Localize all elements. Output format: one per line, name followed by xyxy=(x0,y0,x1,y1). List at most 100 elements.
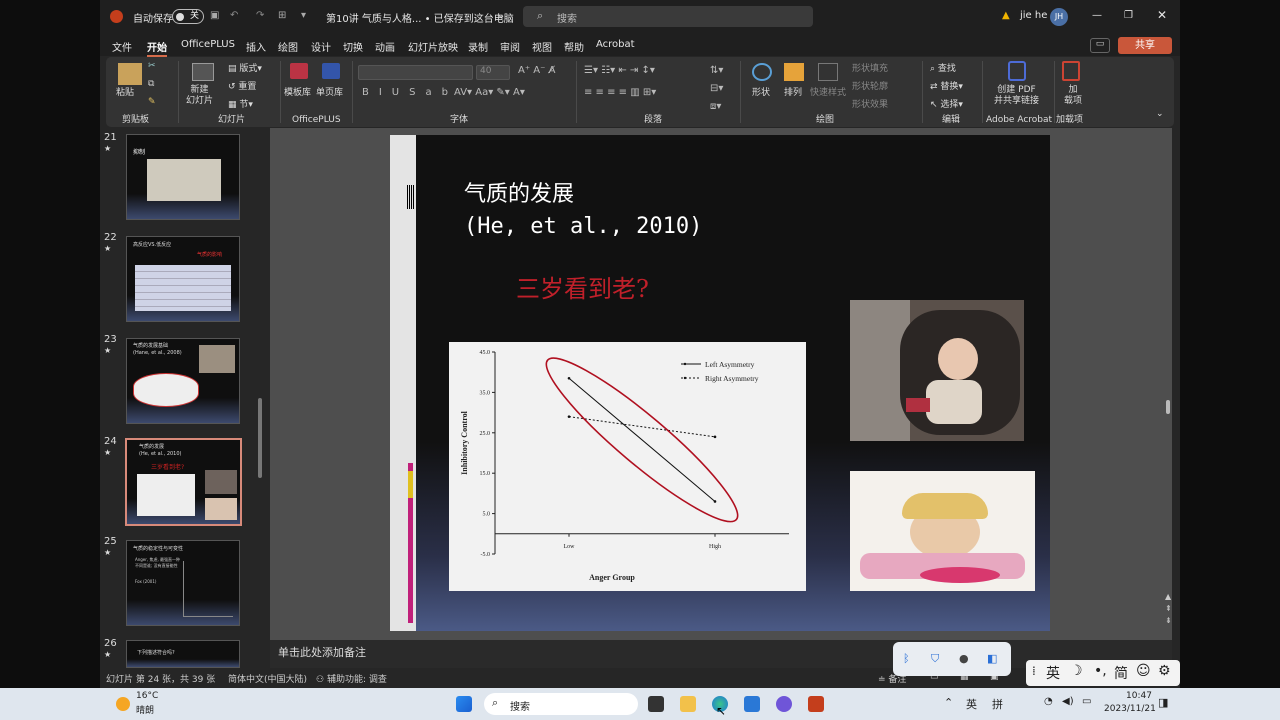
tab-transitions[interactable]: 切换 xyxy=(343,39,363,54)
replace-button[interactable]: ⇄ 替换▾ xyxy=(930,79,963,92)
tab-animations[interactable]: 动画 xyxy=(375,39,395,54)
minimize-icon[interactable]: — xyxy=(1092,10,1102,21)
tab-record[interactable]: 录制 xyxy=(468,39,488,54)
reset-button[interactable]: ↺ 重置 xyxy=(228,79,256,92)
template-icon[interactable] xyxy=(290,63,308,79)
new-slide-icon[interactable] xyxy=(192,63,214,81)
tab-home[interactable]: 开始 xyxy=(147,39,167,57)
font-name-select[interactable] xyxy=(358,65,473,80)
ime-handle-icon[interactable]: ⁞ xyxy=(1032,664,1036,678)
security-icon[interactable]: ⛉ xyxy=(931,652,939,666)
emoji-icon[interactable]: ☺ xyxy=(1136,663,1151,679)
bluetooth-icon[interactable]: ᛒ xyxy=(903,652,910,665)
shapes-icon[interactable] xyxy=(752,63,772,81)
next-slide-icon[interactable]: ⇟ xyxy=(1165,616,1172,625)
language-status[interactable]: 简体中文(中国大陆) xyxy=(228,672,307,685)
layout-button[interactable]: ▤ 版式▾ xyxy=(228,61,262,74)
autosave-toggle[interactable]: 关 xyxy=(172,9,204,24)
slide-canvas[interactable]: 气质的发展 (He, et al., 2010) 三岁看到老? 45.0 35.0… xyxy=(390,135,1050,631)
maximize-icon[interactable]: ❐ xyxy=(1124,10,1133,21)
thumbnail-slide-25[interactable]: 气质的稳定性与可变性 Anger, 焦虑, 最强直一种不同是谁; 没有直接能性 … xyxy=(126,540,240,626)
wifi-icon[interactable]: ◔ xyxy=(1044,696,1053,707)
close-icon[interactable]: ✕ xyxy=(1157,8,1167,22)
paste-icon[interactable] xyxy=(118,63,142,85)
list-icons[interactable]: ☰▾ ☷▾ ⇤ ⇥ ↕▾ xyxy=(584,65,655,76)
tab-file[interactable]: 文件 xyxy=(112,39,132,54)
app-tray-icon-2[interactable]: ◧ xyxy=(987,652,997,665)
thumbnail-slide-21[interactable]: 抑制 xyxy=(126,134,240,220)
collapse-ribbon-icon[interactable]: ⌄ xyxy=(1156,109,1164,119)
thumbnail-slide-26[interactable]: 下列描述符合吗? xyxy=(126,640,240,668)
baby-carseat-photo[interactable] xyxy=(850,300,1024,441)
tab-review[interactable]: 审阅 xyxy=(500,39,520,54)
lang-indicator[interactable]: 英 xyxy=(966,696,977,712)
tab-draw[interactable]: 绘图 xyxy=(278,39,298,54)
clock-date[interactable]: 2023/11/21 xyxy=(1104,704,1156,714)
app-icon[interactable] xyxy=(776,696,792,712)
comments-icon[interactable]: ▭ xyxy=(1090,38,1110,53)
task-view-icon[interactable] xyxy=(648,696,664,712)
format-painter-icon[interactable]: ✎ xyxy=(148,97,156,107)
find-button[interactable]: ⌕ 查找 xyxy=(930,61,956,74)
font-grow-icon[interactable]: A⁺ A⁻ A̸ xyxy=(518,65,555,76)
scroll-up-icon[interactable]: ▲ xyxy=(1165,592,1171,601)
ime-mode[interactable]: 英 xyxy=(1046,663,1060,683)
weather-desc[interactable]: 晴朗 xyxy=(136,703,154,716)
create-pdf-button[interactable]: 创建 PDF 并共享链接 xyxy=(994,85,1039,107)
smartart-icon[interactable]: ⧈▾ xyxy=(710,101,721,112)
moon-icon[interactable]: ☽ xyxy=(1070,663,1083,679)
clock-time[interactable]: 10:47 xyxy=(1126,691,1152,701)
template-library-button[interactable]: 模板库 xyxy=(284,85,311,98)
thumbnail-slide-24[interactable]: 气质的发展 (He, et al., 2010) 三岁看到老? xyxy=(125,438,242,526)
warning-icon[interactable]: ▲ xyxy=(1002,10,1010,21)
tab-design[interactable]: 设计 xyxy=(311,39,331,54)
file-name[interactable]: 第10讲 气质与人格... • 已保存到这台电脑 xyxy=(326,10,514,25)
tab-slideshow[interactable]: 幻灯片放映 xyxy=(408,39,458,54)
chevron-down-icon[interactable]: ⌄ xyxy=(497,10,505,21)
accessibility-status[interactable]: ⚇ 辅助功能: 调查 xyxy=(316,672,387,685)
avatar[interactable]: JH xyxy=(1050,8,1068,26)
thumbnail-slide-22[interactable]: 高反应VS.低反应 气质的影响 xyxy=(126,236,240,322)
undo-icon[interactable]: ↶ xyxy=(230,10,238,21)
customize-icon[interactable]: ▾ xyxy=(301,10,306,21)
addins-button[interactable]: 加 载项 xyxy=(1064,85,1082,107)
text-direction-icon[interactable]: ⇅▾ xyxy=(710,65,723,76)
present-icon[interactable]: ⊞ xyxy=(278,10,286,21)
share-button[interactable]: 共享 xyxy=(1118,37,1172,54)
battery-icon[interactable]: ▭ xyxy=(1082,696,1091,707)
font-size-select[interactable]: 40 xyxy=(476,65,510,80)
tab-insert[interactable]: 插入 xyxy=(246,39,266,54)
single-page-button[interactable]: 单页库 xyxy=(316,85,343,98)
search-box[interactable]: ⌕ 搜索 xyxy=(523,6,813,27)
select-button[interactable]: ↖ 选择▾ xyxy=(930,97,963,110)
create-pdf-icon[interactable] xyxy=(1008,61,1026,81)
shape-outline-button[interactable]: 形状轮廓 xyxy=(852,79,888,92)
save-icon[interactable]: ▣ xyxy=(210,10,219,21)
file-explorer-icon[interactable] xyxy=(680,696,696,712)
new-slide-button[interactable]: 新建 幻灯片 xyxy=(186,85,213,107)
arrange-button[interactable]: 排列 xyxy=(784,85,802,98)
font-format-icons[interactable]: BIUSab xyxy=(362,87,458,98)
toddler-photo[interactable] xyxy=(850,471,1035,591)
user-name[interactable]: jie he xyxy=(1020,10,1047,21)
weather-temp[interactable]: 16°C xyxy=(136,691,158,701)
shapes-button[interactable]: 形状 xyxy=(752,85,770,98)
ime-indicator[interactable]: 拼 xyxy=(992,696,1003,712)
tab-view[interactable]: 视图 xyxy=(532,39,552,54)
align-text-icon[interactable]: ⊟▾ xyxy=(710,83,723,94)
char-spacing-icon[interactable]: AV▾ Aa▾ ✎▾ A▾ xyxy=(454,87,525,98)
single-page-icon[interactable] xyxy=(322,63,340,79)
shape-effects-button[interactable]: 形状效果 xyxy=(852,97,888,110)
quick-styles-icon[interactable] xyxy=(818,63,838,81)
align-icons[interactable]: ≡ ≡ ≡ ≡ ▥ ⊞▾ xyxy=(584,87,656,98)
shape-fill-button[interactable]: 形状填充 xyxy=(852,61,888,74)
prev-slide-icon[interactable]: ⇞ xyxy=(1165,604,1172,613)
thumbnail-scrollbar[interactable] xyxy=(258,398,262,478)
speaker-icon[interactable]: ◀) xyxy=(1062,696,1074,707)
vertical-scrollbar[interactable] xyxy=(1166,400,1170,414)
app-tray-icon[interactable]: ● xyxy=(959,652,969,665)
arrange-icon[interactable] xyxy=(784,63,804,81)
powerpoint-taskbar-icon[interactable] xyxy=(808,696,824,712)
paste-button[interactable]: 粘贴 xyxy=(116,85,134,98)
tab-help[interactable]: 帮助 xyxy=(564,39,584,54)
